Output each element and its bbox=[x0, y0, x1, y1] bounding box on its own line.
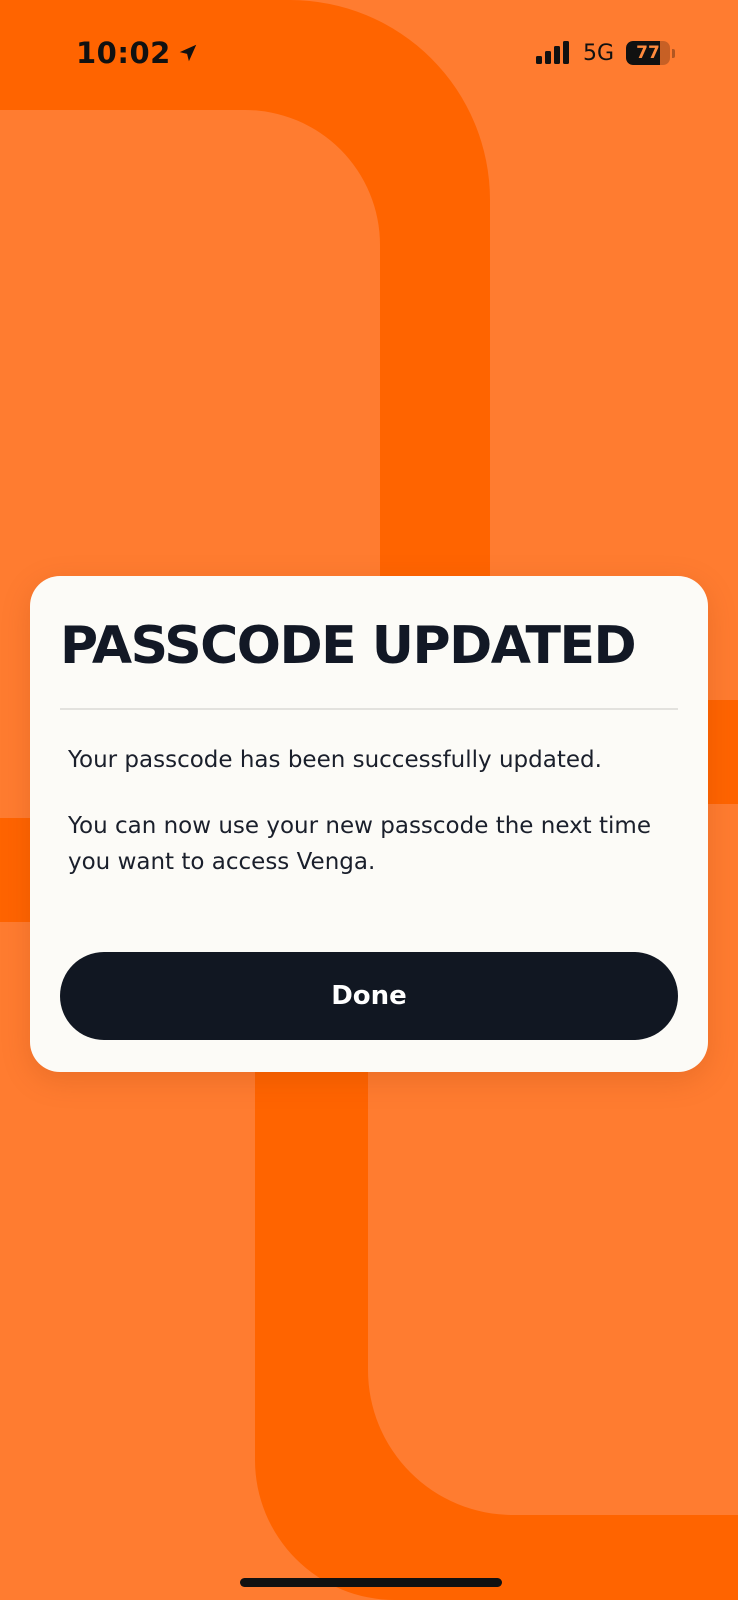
battery-level: 77 bbox=[636, 43, 660, 63]
dialog-message-success: Your passcode has been successfully upda… bbox=[68, 747, 602, 773]
network-type: 5G bbox=[582, 40, 614, 66]
status-time: 10:02 bbox=[76, 36, 199, 70]
time-text: 10:02 bbox=[76, 36, 171, 70]
home-indicator[interactable] bbox=[240, 1578, 502, 1587]
passcode-updated-dialog: PASSCODE UPDATED Your passcode has been … bbox=[30, 576, 708, 1072]
done-button[interactable]: Done bbox=[60, 952, 678, 1040]
divider bbox=[60, 708, 678, 710]
status-bar: 10:02 5G 77 bbox=[0, 0, 738, 110]
battery-body: 77 bbox=[626, 41, 670, 65]
cellular-signal-icon bbox=[535, 41, 569, 64]
battery-tip bbox=[672, 48, 675, 58]
screen: 10:02 5G 77 PASSCODE UPDATED Your passco… bbox=[0, 0, 738, 1600]
location-arrow-icon bbox=[179, 44, 197, 62]
dialog-title: PASSCODE UPDATED bbox=[60, 616, 637, 676]
battery-icon: 77 bbox=[626, 40, 676, 66]
dialog-message-info: You can now use your new passcode the ne… bbox=[68, 813, 651, 875]
status-right: 5G 77 bbox=[535, 40, 676, 66]
